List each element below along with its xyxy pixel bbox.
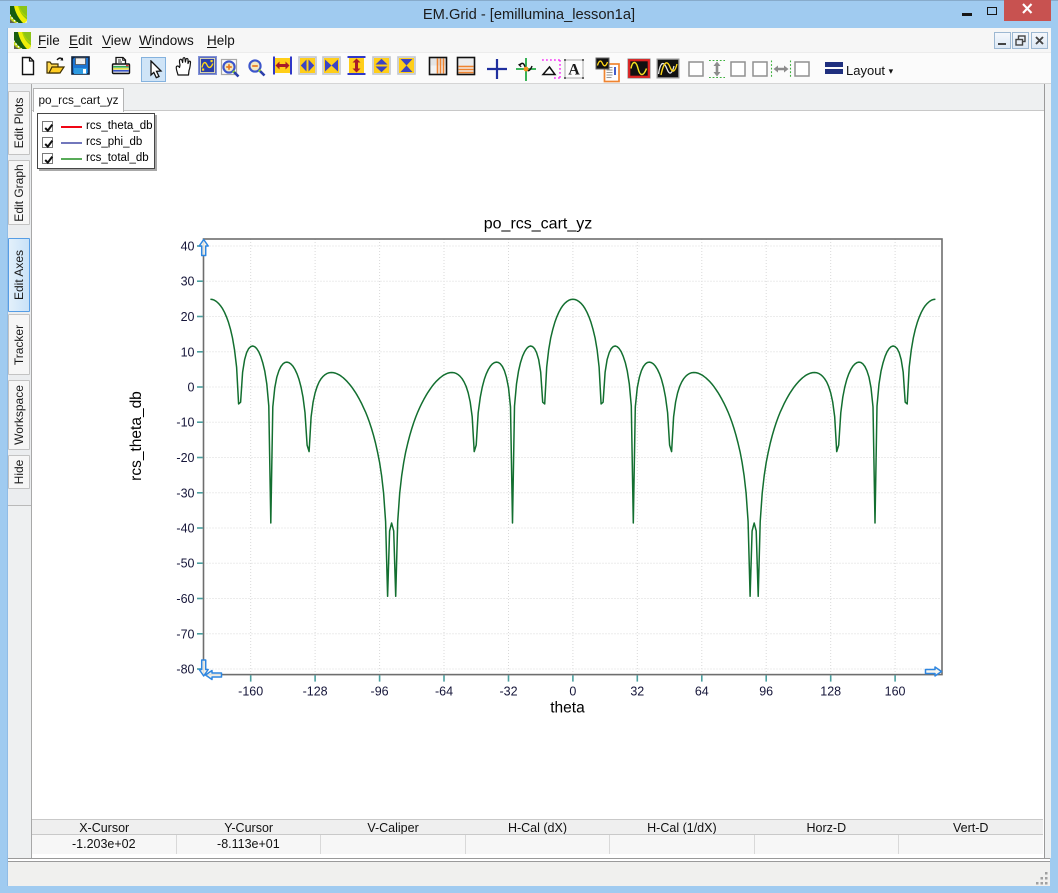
svg-text:-30: -30 xyxy=(176,486,194,500)
svg-text:A: A xyxy=(568,62,580,79)
svg-text:64: 64 xyxy=(695,685,709,699)
svg-text:-96: -96 xyxy=(371,685,389,699)
svg-text:-128: -128 xyxy=(303,685,328,699)
svg-text:96: 96 xyxy=(759,685,773,699)
svg-text:-50: -50 xyxy=(176,557,194,571)
svg-text:0: 0 xyxy=(569,685,576,699)
svg-text:30: 30 xyxy=(181,275,195,289)
svg-text:-160: -160 xyxy=(238,685,263,699)
svg-text:40: 40 xyxy=(181,240,195,254)
svg-text:-64: -64 xyxy=(435,685,453,699)
svg-text:rcs_theta_db: rcs_theta_db xyxy=(128,391,145,481)
svg-text:po_rcs_cart_yz: po_rcs_cart_yz xyxy=(484,216,593,233)
svg-text:theta: theta xyxy=(550,700,585,717)
svg-text:20: 20 xyxy=(181,310,195,324)
svg-text:-10: -10 xyxy=(176,416,194,430)
svg-text:128: 128 xyxy=(820,685,841,699)
svg-text:-20: -20 xyxy=(176,451,194,465)
svg-text:-32: -32 xyxy=(499,685,517,699)
svg-text:32: 32 xyxy=(630,685,644,699)
svg-text:0: 0 xyxy=(188,381,195,395)
svg-text:-40: -40 xyxy=(176,522,194,536)
svg-text:-80: -80 xyxy=(176,663,194,677)
svg-text:10: 10 xyxy=(181,345,195,359)
svg-text:-60: -60 xyxy=(176,592,194,606)
svg-text:160: 160 xyxy=(885,685,906,699)
svg-text:-70: -70 xyxy=(176,627,194,641)
